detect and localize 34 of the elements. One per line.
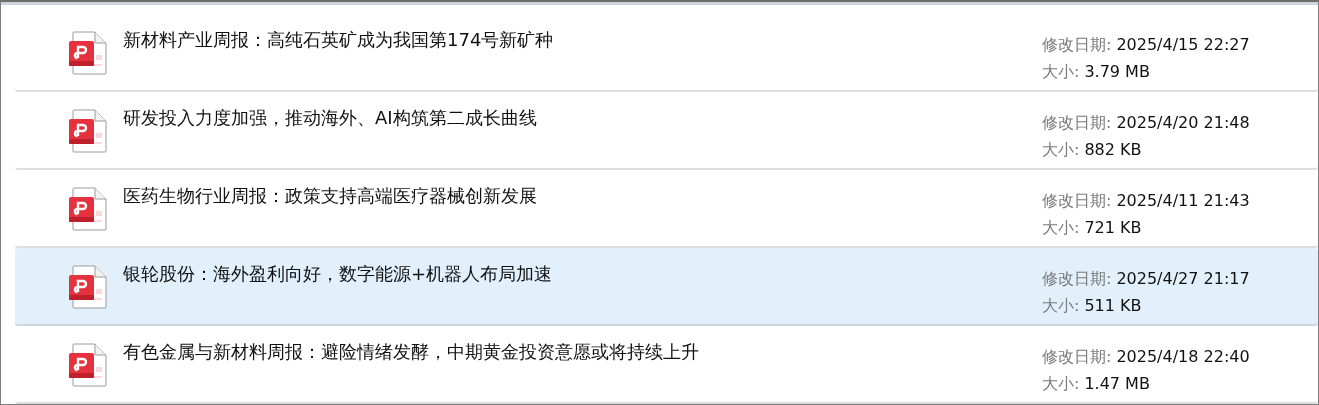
- field-label: 大小:: [1042, 373, 1080, 395]
- file-row[interactable]: 有色金属与新材料周报：避险情绪发酵，中期黄金投资意愿或将持续上升 修改日期: 2025/4/18 22:40 大小: 1.47 MB: [15, 326, 1318, 404]
- field-label: 大小:: [1042, 217, 1080, 239]
- pdf-document-icon: [69, 109, 107, 153]
- modified-date: 2025/4/18 22:40: [1116, 346, 1250, 368]
- file-name: 研发投入力度加强，推动海外、AI构筑第二成长曲线: [123, 106, 538, 130]
- pdf-document-icon: [69, 187, 107, 231]
- modified-date: 2025/4/27 21:17: [1116, 268, 1250, 290]
- field-label: 修改日期:: [1042, 34, 1112, 56]
- file-size: 3.79 MB: [1084, 61, 1150, 83]
- modified-date: 2025/4/15 22:27: [1116, 34, 1250, 56]
- file-size: 882 KB: [1084, 139, 1142, 161]
- modified-date: 2025/4/11 21:43: [1116, 190, 1250, 212]
- pdf-document-icon: [69, 31, 107, 75]
- field-label: 大小:: [1042, 139, 1080, 161]
- field-label: 修改日期:: [1042, 346, 1112, 368]
- modified-date: 2025/4/20 21:48: [1116, 112, 1250, 134]
- file-name: 新材料产业周报：高纯石英矿成为我国第174号新矿种: [123, 28, 555, 52]
- file-size: 511 KB: [1084, 295, 1142, 317]
- pdf-document-icon: [69, 343, 107, 387]
- file-row[interactable]: 银轮股份：海外盈利向好，数字能源+机器人布局加速 修改日期: 2025/4/27 21:17 大小: 511 KB: [15, 248, 1318, 326]
- file-row[interactable]: 新材料产业周报：高纯石英矿成为我国第174号新矿种 修改日期: 2025/4/15 22:27 大小: 3.79 MB: [15, 14, 1318, 92]
- file-size: 721 KB: [1084, 217, 1142, 239]
- file-size: 1.47 MB: [1084, 373, 1150, 395]
- field-label: 大小:: [1042, 295, 1080, 317]
- file-name: 银轮股份：海外盈利向好，数字能源+机器人布局加速: [123, 262, 554, 286]
- field-label: 大小:: [1042, 61, 1080, 83]
- field-label: 修改日期:: [1042, 190, 1112, 212]
- pdf-document-icon: [69, 265, 107, 309]
- field-label: 修改日期:: [1042, 112, 1112, 134]
- file-name: 医药生物行业周报：政策支持高端医疗器械创新发展: [123, 184, 538, 208]
- file-name: 有色金属与新材料周报：避险情绪发酵，中期黄金投资意愿或将持续上升: [123, 340, 700, 364]
- field-label: 修改日期:: [1042, 268, 1112, 290]
- file-row[interactable]: 研发投入力度加强，推动海外、AI构筑第二成长曲线 修改日期: 2025/4/20 21:48 大小: 882 KB: [15, 92, 1318, 170]
